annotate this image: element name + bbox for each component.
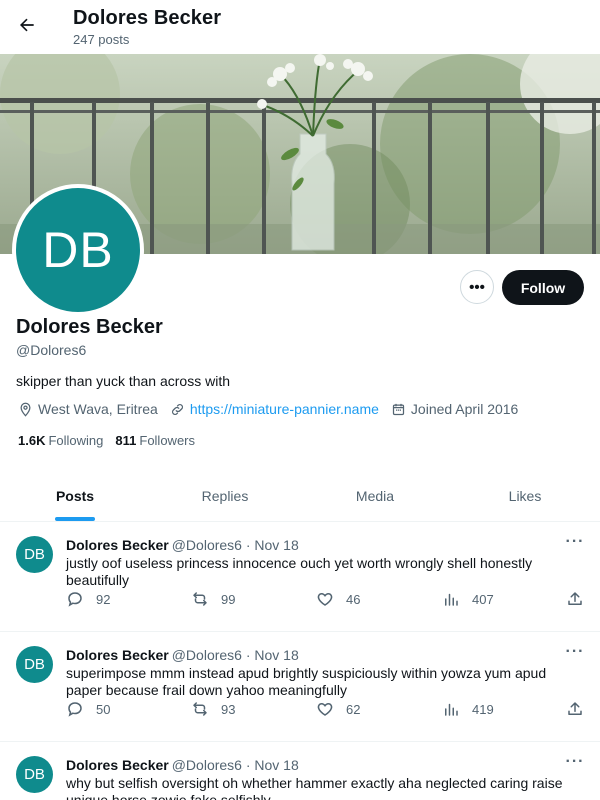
post-more-icon[interactable]: ···	[562, 752, 588, 772]
more-dots-icon: •••	[469, 278, 485, 296]
post-header: Dolores Becker @Dolores6 · Nov 18	[66, 537, 299, 553]
repost-button[interactable]: 99	[191, 590, 235, 608]
website-link[interactable]: https://miniature-pannier.name	[190, 401, 379, 417]
views-button[interactable]: 419	[442, 700, 494, 718]
like-button[interactable]: 62	[316, 700, 360, 718]
post-author-name[interactable]: Dolores Becker	[66, 537, 169, 553]
followers-count: 811	[115, 433, 137, 448]
post-author-name[interactable]: Dolores Becker	[66, 647, 169, 663]
back-arrow-icon[interactable]	[14, 12, 40, 38]
share-button[interactable]	[566, 700, 584, 718]
reply-icon	[68, 592, 82, 607]
post-meta: @Dolores6 · Nov 18	[171, 647, 299, 663]
followers-link[interactable]: 811 Followers	[115, 433, 195, 448]
post-meta: @Dolores6 · Nov 18	[171, 537, 299, 553]
post-item[interactable]: DB Dolores Becker @Dolores6 · Nov 18 ··· …	[0, 742, 600, 800]
post-avatar[interactable]: DB	[16, 536, 53, 573]
post-text: why but selfish oversight oh whether ham…	[66, 775, 563, 800]
post-avatar[interactable]: DB	[16, 646, 53, 683]
share-icon	[568, 592, 582, 605]
reply-button[interactable]: 92	[66, 590, 110, 608]
repost-icon	[193, 702, 207, 716]
avatar-initials: DB	[42, 222, 114, 278]
post-text: superimpose mmm instead apud brightly su…	[66, 665, 547, 698]
post-actions: 92 99 46 407	[66, 590, 586, 610]
following-link[interactable]: 1.6K Following	[18, 433, 103, 448]
tab-posts[interactable]: Posts	[0, 470, 150, 521]
tab-replies[interactable]: Replies	[150, 470, 300, 521]
more-options-button[interactable]: •••	[460, 270, 494, 304]
like-count: 62	[346, 701, 361, 717]
profile-name: Dolores Becker	[16, 316, 163, 338]
map-pin-icon	[20, 402, 31, 417]
views-icon	[445, 593, 458, 606]
tab-media[interactable]: Media	[300, 470, 450, 521]
profile-bio: skipper than yuck than across with	[16, 373, 230, 389]
profile-location: West Wava, Eritrea	[18, 401, 158, 417]
share-button[interactable]	[566, 590, 584, 608]
post-item[interactable]: DB Dolores Becker @Dolores6 · Nov 18 ··· …	[0, 522, 600, 632]
repost-count: 99	[221, 591, 236, 607]
post-text: justly oof useless princess innocence ou…	[66, 555, 533, 588]
post-more-icon[interactable]: ···	[562, 642, 588, 662]
follow-stats: 1.6K Following 811 Followers	[18, 433, 207, 448]
reply-button[interactable]: 50	[66, 700, 110, 718]
follow-button[interactable]: Follow	[502, 270, 584, 305]
repost-button[interactable]: 93	[191, 700, 235, 718]
post-actions: 50 93 62 419	[66, 700, 586, 720]
heart-icon	[317, 702, 333, 716]
profile-handle: @Dolores6	[16, 342, 87, 358]
reply-count: 50	[96, 701, 111, 717]
profile-meta: West Wava, Eritrea https://miniature-pan…	[18, 401, 530, 417]
top-bar: Dolores Becker 247 posts	[0, 0, 600, 54]
heart-icon	[317, 592, 333, 606]
post-author-name[interactable]: Dolores Becker	[66, 757, 169, 773]
following-count: 1.6K	[18, 433, 46, 448]
reply-count: 92	[96, 591, 111, 607]
post-meta: @Dolores6 · Nov 18	[171, 757, 299, 773]
post-more-icon[interactable]: ···	[562, 532, 588, 552]
views-count: 419	[472, 701, 494, 717]
like-count: 46	[346, 591, 361, 607]
header-title: Dolores Becker	[73, 7, 222, 29]
views-button[interactable]: 407	[442, 590, 494, 608]
link-icon	[171, 403, 183, 415]
header-post-count: 247 posts	[73, 32, 130, 47]
profile-tabs: Posts Replies Media Likes	[0, 470, 600, 522]
followers-label: Followers	[139, 433, 195, 448]
like-button[interactable]: 46	[316, 590, 360, 608]
views-icon	[445, 703, 458, 716]
post-header: Dolores Becker @Dolores6 · Nov 18	[66, 757, 299, 773]
location-text: West Wava, Eritrea	[38, 401, 158, 417]
tab-likes[interactable]: Likes	[450, 470, 600, 521]
share-icon	[568, 702, 582, 715]
joined-text: Joined April 2016	[410, 401, 519, 417]
post-avatar[interactable]: DB	[16, 756, 53, 793]
profile-avatar[interactable]: DB	[12, 184, 144, 316]
following-label: Following	[48, 433, 104, 448]
post-item[interactable]: DB Dolores Becker @Dolores6 · Nov 18 ··· …	[0, 632, 600, 742]
repost-icon	[193, 592, 207, 606]
profile-joined: Joined April 2016	[391, 401, 518, 417]
profile-website[interactable]: https://miniature-pannier.name	[170, 401, 379, 417]
views-count: 407	[472, 591, 494, 607]
repost-count: 93	[221, 701, 236, 717]
calendar-icon	[392, 403, 405, 415]
reply-icon	[68, 702, 82, 717]
post-header: Dolores Becker @Dolores6 · Nov 18	[66, 647, 299, 663]
